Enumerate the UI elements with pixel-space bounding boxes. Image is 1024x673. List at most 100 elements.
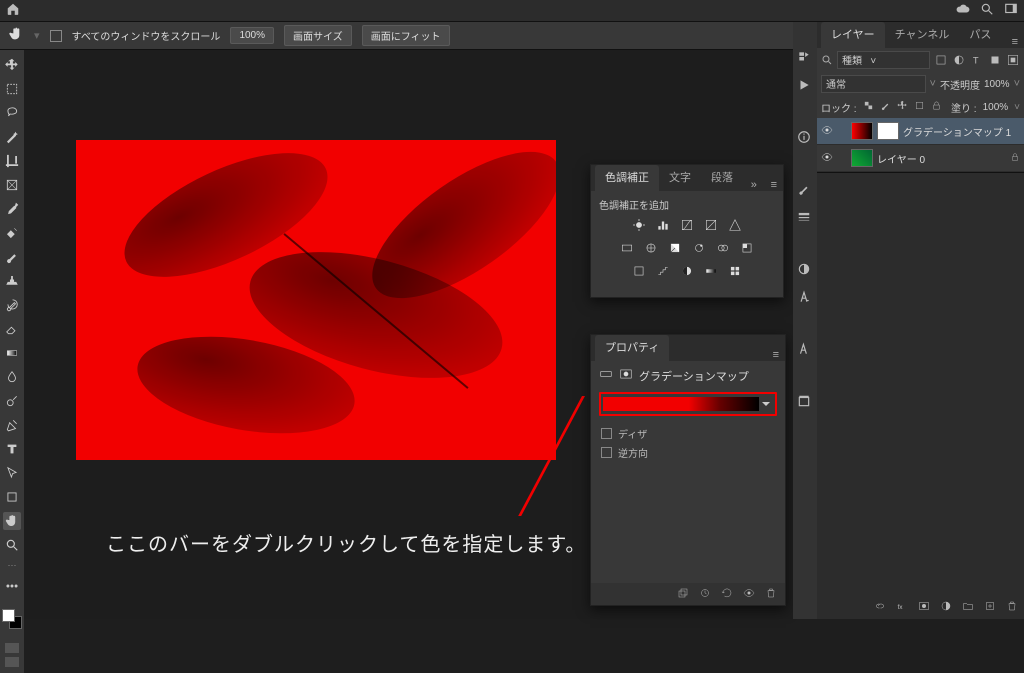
tab-paths[interactable]: パス <box>959 22 1001 48</box>
layer-style-icon[interactable]: fx <box>896 600 908 615</box>
brush-settings-panel-icon[interactable] <box>797 210 813 226</box>
visibility-icon[interactable] <box>821 124 833 139</box>
move-tool-icon[interactable] <box>3 56 21 74</box>
scroll-all-windows-checkbox[interactable] <box>50 30 62 42</box>
reverse-checkbox[interactable] <box>601 447 612 458</box>
history-brush-tool-icon[interactable] <box>3 296 21 314</box>
lock-position-icon[interactable] <box>897 100 908 114</box>
home-icon[interactable] <box>6 2 20 19</box>
lock-icon[interactable] <box>1010 152 1020 165</box>
photo-filter-icon[interactable] <box>692 241 706 258</box>
lock-artboard-icon[interactable] <box>914 100 925 114</box>
new-adjustment-layer-icon[interactable] <box>940 600 952 615</box>
character-panel-icon[interactable] <box>797 290 813 306</box>
libraries-panel-icon[interactable] <box>797 394 813 410</box>
curves-icon[interactable] <box>680 218 694 235</box>
panel-menu-icon[interactable]: ≡ <box>767 349 785 361</box>
eyedropper-tool-icon[interactable] <box>3 200 21 218</box>
foreground-background-color[interactable] <box>2 609 22 629</box>
visibility-icon[interactable] <box>821 151 833 166</box>
layer-row[interactable]: グラデーションマップ 1 <box>817 118 1024 144</box>
path-select-tool-icon[interactable] <box>3 464 21 482</box>
vibrance-icon[interactable] <box>728 218 742 235</box>
shape-tool-icon[interactable] <box>3 488 21 506</box>
eraser-tool-icon[interactable] <box>3 320 21 338</box>
tab-channels[interactable]: チャンネル <box>885 22 960 48</box>
type-tool-icon[interactable] <box>3 440 21 458</box>
search-icon[interactable] <box>980 2 994 19</box>
brightness-contrast-icon[interactable] <box>632 218 646 235</box>
fit-page-button[interactable]: 画面サイズ <box>284 25 352 46</box>
crop-tool-icon[interactable] <box>3 152 21 170</box>
layer-mask-icon[interactable] <box>619 367 633 384</box>
swatches-panel-icon[interactable] <box>797 262 813 278</box>
dither-checkbox[interactable] <box>601 428 612 439</box>
gradient-preset-dropdown-icon[interactable] <box>759 397 773 411</box>
panel-menu-icon[interactable]: ≡ <box>1006 36 1024 48</box>
channel-mixer-icon[interactable] <box>716 241 730 258</box>
layer-name[interactable]: レイヤー 0 <box>877 151 925 166</box>
gradient-bar[interactable] <box>603 397 759 411</box>
levels-icon[interactable] <box>656 218 670 235</box>
gradient-tool-icon[interactable] <box>3 344 21 362</box>
opacity-value[interactable]: 100% <box>984 79 1010 90</box>
actions-panel-icon[interactable] <box>797 78 813 94</box>
dodge-tool-icon[interactable] <box>3 392 21 410</box>
hand-tool-icon[interactable] <box>3 512 21 530</box>
lock-pixels-icon[interactable] <box>880 100 891 114</box>
glyphs-panel-icon[interactable] <box>797 342 813 358</box>
filter-smart-icon[interactable] <box>1006 53 1020 67</box>
link-layers-icon[interactable] <box>874 600 886 615</box>
tab-properties[interactable]: プロパティ <box>595 335 669 361</box>
brush-tool-icon[interactable] <box>3 248 21 266</box>
layer-name[interactable]: グラデーションマップ 1 <box>903 124 1011 139</box>
lock-all-icon[interactable] <box>931 100 942 114</box>
hand-tool-icon[interactable] <box>8 26 24 45</box>
edit-toolbar-icon[interactable] <box>3 577 21 595</box>
clone-stamp-tool-icon[interactable] <box>3 272 21 290</box>
prev-state-icon[interactable] <box>699 587 711 602</box>
tab-character[interactable]: 文字 <box>659 165 701 191</box>
exposure-icon[interactable] <box>704 218 718 235</box>
brushes-panel-icon[interactable] <box>797 182 813 198</box>
blur-tool-icon[interactable] <box>3 368 21 386</box>
healing-brush-tool-icon[interactable] <box>3 224 21 242</box>
blend-mode-select[interactable]: 通常 <box>821 75 926 93</box>
new-group-icon[interactable] <box>962 600 974 615</box>
lock-transparency-icon[interactable] <box>863 100 874 114</box>
tab-paragraph[interactable]: 段落 <box>701 165 743 191</box>
zoom-level-field[interactable]: 100% <box>230 27 274 44</box>
filter-pixel-icon[interactable] <box>934 53 948 67</box>
mask-thumb-icon[interactable] <box>877 122 899 140</box>
posterize-icon[interactable] <box>656 264 670 281</box>
invert-icon[interactable] <box>632 264 646 281</box>
marquee-tool-icon[interactable] <box>3 80 21 98</box>
add-mask-icon[interactable] <box>918 600 930 615</box>
history-panel-icon[interactable] <box>797 50 813 66</box>
filter-type-icon[interactable]: T <box>970 53 984 67</box>
color-lookup-icon[interactable] <box>740 241 754 258</box>
layer-row[interactable]: レイヤー 0 <box>817 145 1024 171</box>
tab-adjustments[interactable]: 色調補正 <box>595 165 659 191</box>
zoom-tool-icon[interactable] <box>3 536 21 554</box>
visibility-toggle-icon[interactable] <box>743 587 755 602</box>
workspace-icon[interactable] <box>1004 2 1018 19</box>
lasso-tool-icon[interactable] <box>3 104 21 122</box>
layer-filter-kind-select[interactable]: 種類 ˅ <box>837 51 930 69</box>
tab-layers[interactable]: レイヤー <box>821 22 885 48</box>
threshold-icon[interactable] <box>680 264 694 281</box>
panel-collapse-icon[interactable]: » <box>745 179 763 191</box>
filter-adjustment-icon[interactable] <box>952 53 966 67</box>
panel-menu-icon[interactable]: ≡ <box>765 179 783 191</box>
delete-adjustment-icon[interactable] <box>765 587 777 602</box>
screen-mode-icon[interactable] <box>5 643 19 667</box>
cloud-icon[interactable] <box>956 2 970 19</box>
reset-icon[interactable] <box>721 587 733 602</box>
color-balance-icon[interactable] <box>644 241 658 258</box>
selective-color-icon[interactable] <box>728 264 742 281</box>
magic-wand-tool-icon[interactable] <box>3 128 21 146</box>
delete-layer-icon[interactable] <box>1006 600 1018 615</box>
clip-to-layer-icon[interactable] <box>677 587 689 602</box>
new-layer-icon[interactable] <box>984 600 996 615</box>
info-panel-icon[interactable] <box>797 130 813 146</box>
